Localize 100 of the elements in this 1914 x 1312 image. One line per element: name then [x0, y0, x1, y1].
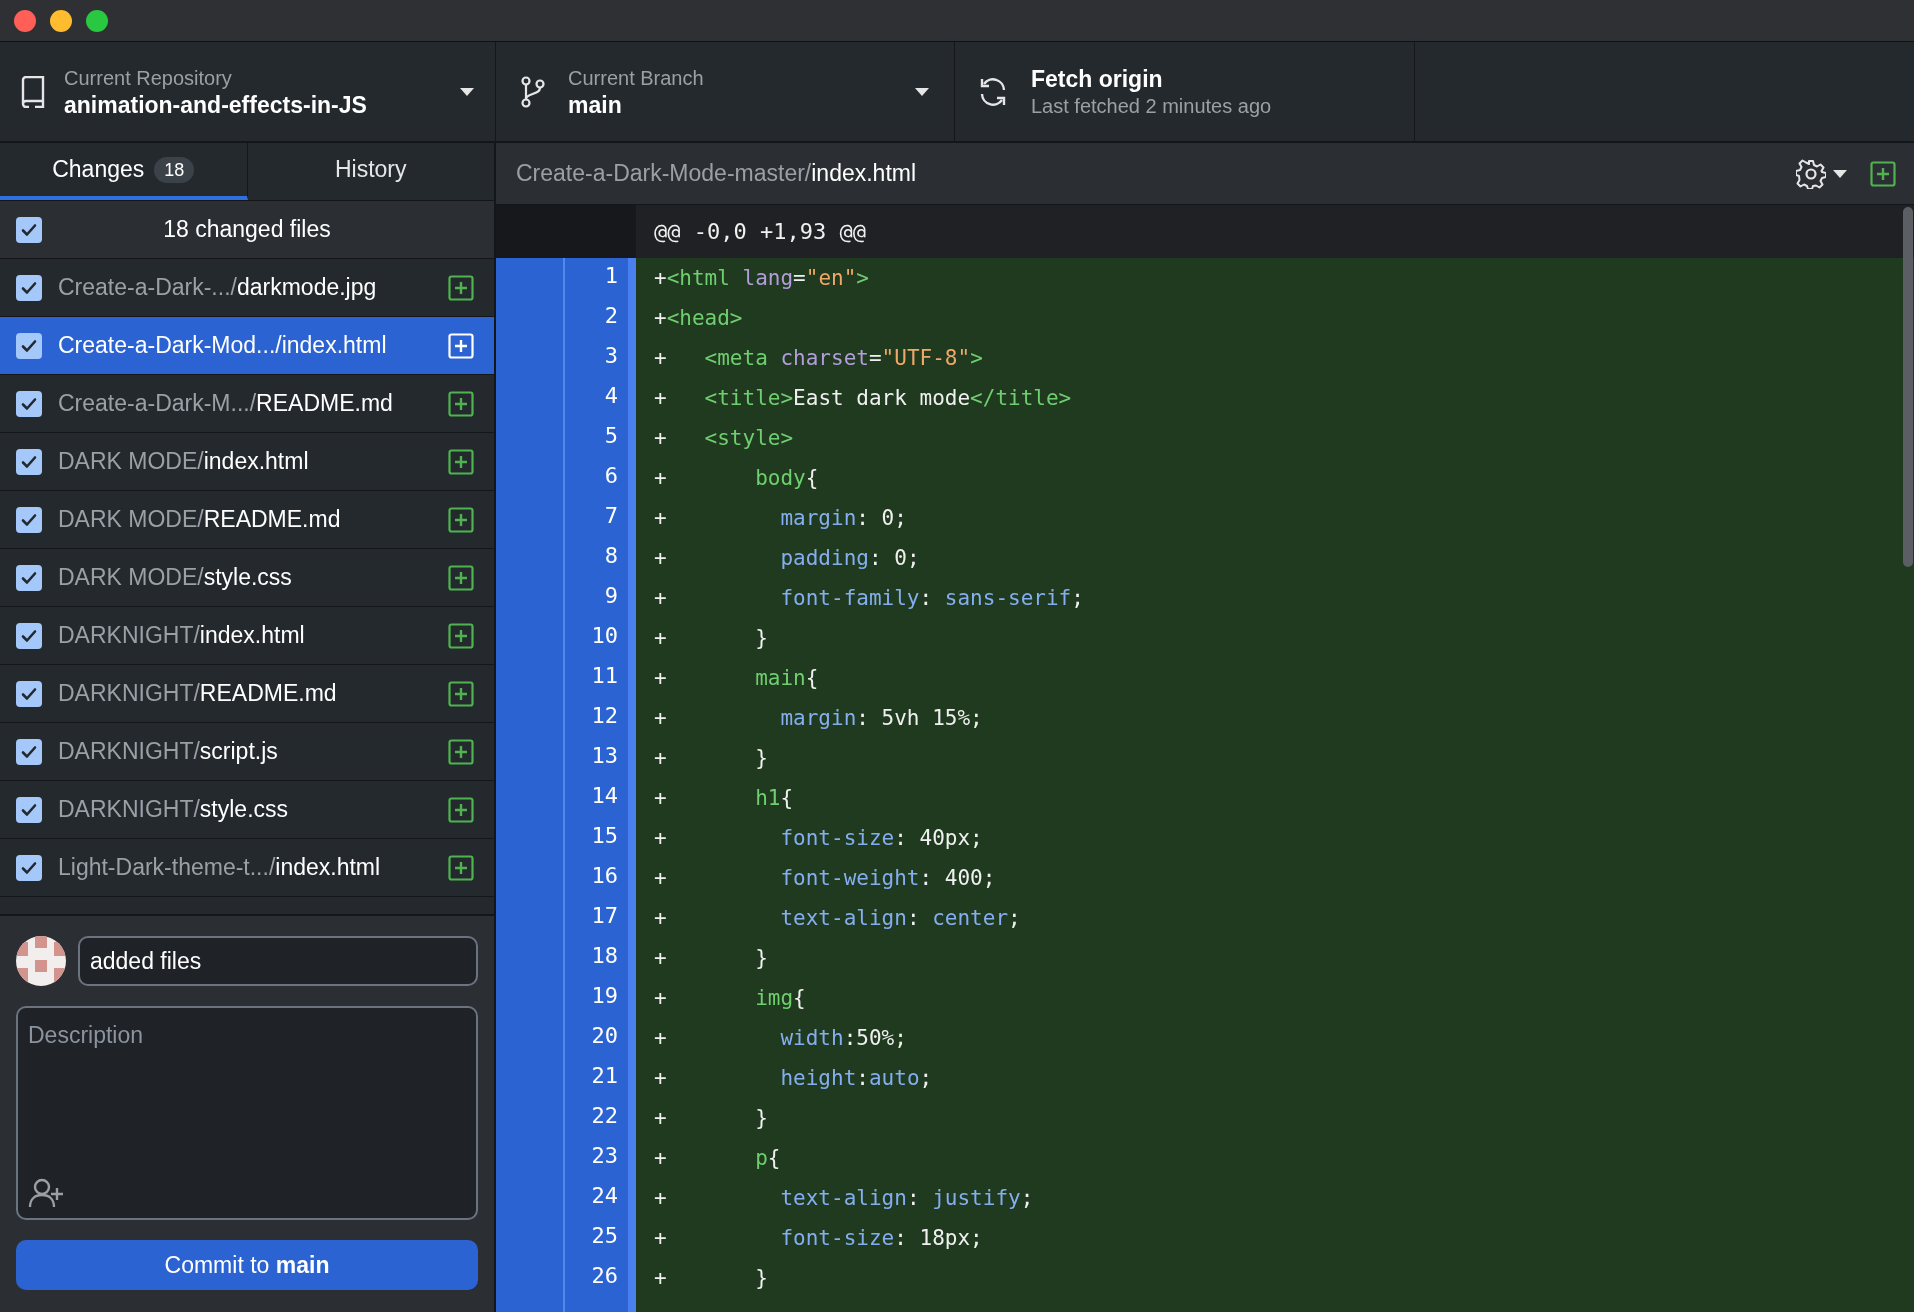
line-number: 1: [603, 262, 619, 290]
file-path: Create-a-Dark-.../darkmode.jpg: [58, 273, 378, 303]
count-badge: 18: [154, 156, 195, 183]
added-file-icon: [1870, 160, 1896, 187]
checkbox[interactable]: [16, 854, 42, 881]
line-number: 14: [590, 782, 619, 810]
code-line: +<head>: [654, 305, 744, 332]
code-line: + width:50%;: [654, 1025, 908, 1052]
code-line: + }: [654, 1265, 769, 1292]
checkbox[interactable]: [16, 506, 42, 533]
add-coauthor-icon[interactable]: [28, 1178, 66, 1208]
code-line: + font-weight: 400;: [654, 865, 997, 892]
checkbox[interactable]: [16, 622, 42, 649]
fetch-origin-button[interactable]: Fetch origin Last fetched 2 minutes ago: [955, 42, 1415, 141]
line-number: 8: [603, 542, 619, 570]
avatar: [16, 936, 66, 986]
line-number: 9: [603, 582, 619, 610]
code-line: +<html lang="en">: [654, 265, 870, 292]
minimize-window-button[interactable]: [50, 9, 72, 32]
branch-dropdown[interactable]: Current Branch main: [496, 42, 955, 141]
summary-field[interactable]: added files: [78, 936, 478, 986]
settings-icon: [1796, 158, 1826, 189]
branch-name: main: [568, 90, 623, 119]
file-path: Create-a-Dark-M.../README.md: [58, 389, 394, 419]
code-line: + img{: [654, 985, 807, 1012]
line-number: 6: [603, 462, 619, 490]
checkbox[interactable]: [16, 564, 42, 591]
hunk-header: @@ -0,0 +1,93 @@: [636, 205, 1914, 258]
line-number: 20: [590, 1022, 619, 1050]
code-line: + font-size: 18px;: [654, 1225, 984, 1252]
added-file-icon: [448, 332, 474, 359]
code-line: + text-align: center;: [654, 905, 1022, 932]
checkbox[interactable]: [16, 680, 42, 707]
close-window-button[interactable]: [14, 9, 36, 32]
code-line: + text-align: justify;: [654, 1185, 1035, 1212]
repository-label: Current Repository: [64, 65, 233, 91]
line-number: 19: [590, 982, 619, 1010]
checkbox[interactable]: [16, 448, 42, 475]
tab[interactable]: History: [247, 143, 494, 200]
caret-icon: [914, 86, 930, 97]
scrollbar-thumb[interactable]: [1903, 207, 1913, 567]
line-number: 12: [590, 702, 619, 730]
code-line: + padding: 0;: [654, 545, 921, 572]
description-field[interactable]: Description: [16, 1006, 478, 1220]
file-path: DARKNIGHT/README.md: [58, 679, 338, 709]
code-line: + font-family: sans-serif;: [654, 585, 1085, 612]
code-line: + font-size: 40px;: [654, 825, 984, 852]
line-number: 2: [603, 302, 619, 330]
diff-settings-button[interactable]: [1796, 158, 1848, 189]
added-file-icon: [448, 506, 474, 533]
file-path: Create-a-Dark-Mod.../index.html: [58, 331, 388, 361]
line-number: 17: [590, 902, 619, 930]
file-row[interactable]: Create-a-Dark-Mod.../index.html: [0, 317, 494, 375]
code-line: + <meta charset="UTF-8">: [654, 345, 984, 372]
line-number: 26: [590, 1262, 619, 1290]
commit-button[interactable]: Commit to main: [16, 1240, 478, 1290]
added-file-icon: [448, 796, 474, 823]
added-file-icon: [448, 390, 474, 417]
zoom-window-button[interactable]: [86, 9, 108, 32]
line-number: 23: [590, 1142, 619, 1170]
checkbox[interactable]: [16, 332, 42, 359]
file-path: DARK MODE/index.html: [58, 447, 310, 477]
fetch-title: Fetch origin: [1031, 64, 1164, 93]
added-file-icon: [448, 274, 474, 301]
added-file-icon: [448, 680, 474, 707]
code-line: + margin: 5vh 15%;: [654, 705, 984, 732]
line-number: 5: [603, 422, 619, 450]
last-fetched-text: Last fetched 2 minutes ago: [1031, 93, 1272, 119]
checkbox[interactable]: [16, 390, 42, 417]
code-line: + }: [654, 1105, 769, 1132]
code-line: + height:auto;: [654, 1065, 934, 1092]
line-number: 18: [590, 942, 619, 970]
added-file-icon: [448, 854, 474, 881]
file-path-header: Create-a-Dark-Mode-master/index.html: [516, 159, 918, 189]
line-number: 4: [603, 382, 619, 410]
line-number: 16: [590, 862, 619, 890]
added-file-icon: [448, 738, 474, 765]
line-number: 22: [590, 1102, 619, 1130]
repository-dropdown[interactable]: Current Repository animation-and-effects-in-JS: [0, 42, 496, 141]
added-file-icon: [448, 448, 474, 475]
code-line: + h1{: [654, 785, 795, 812]
line-number: 25: [590, 1222, 619, 1250]
file-path: DARKNIGHT/script.js: [58, 737, 279, 767]
caret-icon: [459, 86, 475, 97]
caret-icon: [1832, 168, 1848, 179]
checkbox[interactable]: [16, 274, 42, 301]
code-line: + p{: [654, 1145, 782, 1172]
added-file-icon: [448, 564, 474, 591]
checkbox[interactable]: [16, 738, 42, 765]
repository-name: animation-and-effects-in-JS: [64, 90, 368, 119]
code-line: + }: [654, 945, 769, 972]
file-path: Light-Dark-theme-t.../index.html: [58, 853, 382, 883]
code-line: + <style>: [654, 425, 795, 452]
added-file-icon: [448, 622, 474, 649]
code-line: + }: [654, 625, 769, 652]
file-path: DARKNIGHT/index.html: [58, 621, 306, 651]
code-line: + main{: [654, 665, 820, 692]
file-path: DARK MODE/README.md: [58, 505, 342, 535]
checkbox[interactable]: [16, 216, 42, 243]
checkbox[interactable]: [16, 796, 42, 823]
